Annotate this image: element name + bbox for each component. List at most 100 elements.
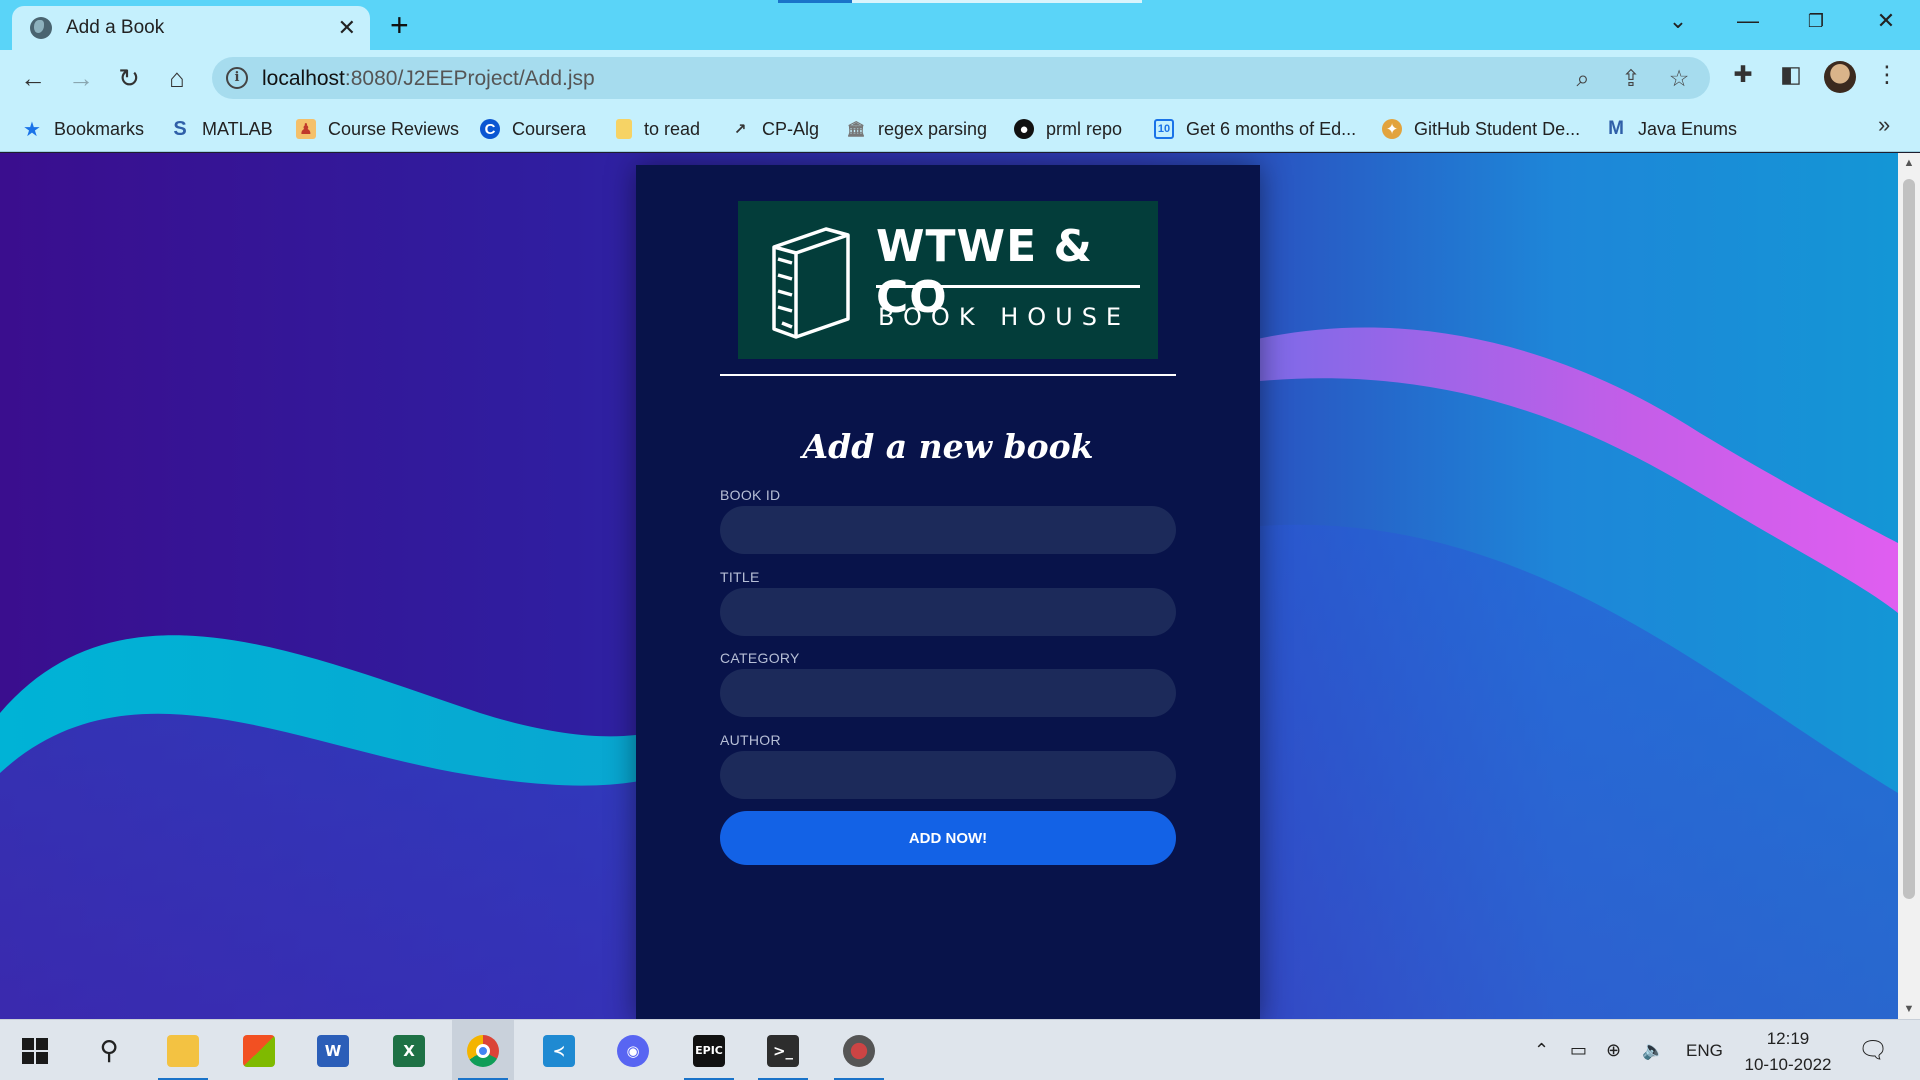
file-explorer-button[interactable] [152,1020,214,1080]
card-divider [720,374,1176,376]
tab-search-chevron-icon[interactable]: ⌄ [1658,8,1698,34]
game-launcher-button[interactable] [828,1020,890,1080]
site-info-icon[interactable]: i [226,67,248,89]
tray-overflow-chevron-icon[interactable]: ⌃ [1534,1020,1549,1080]
logo-subtitle: BOOK HOUSE [878,303,1131,331]
bookmark-cp-alg[interactable]: ↗ CP-Alg [730,116,819,142]
bookmark-star-icon[interactable]: ☆ [1664,65,1694,92]
restore-button[interactable]: ❐ [1796,11,1836,32]
extensions-puzzle-icon[interactable]: ✚ [1726,61,1760,88]
browser-toolbar: ← → ↻ ⌂ i localhost:8080/J2EEProject/Add… [0,50,1920,106]
globe-icon [30,17,52,39]
excel-icon: X [393,1034,425,1067]
logo-divider [876,285,1140,288]
side-panel-icon[interactable]: ◧ [1774,61,1808,88]
bookmark-java-enums[interactable]: M Java Enums [1606,116,1737,142]
category-input[interactable] [720,669,1176,717]
url-text: localhost:8080/J2EEProject/Add.jsp [262,67,595,90]
title-label: TITLE [720,569,760,585]
bookmark-prml-repo[interactable]: ● prml repo [1014,116,1122,142]
author-input[interactable] [720,751,1176,799]
home-icon[interactable]: ⌂ [160,62,194,96]
address-bar[interactable]: i localhost:8080/J2EEProject/Add.jsp ⌕ ⇪… [212,57,1710,99]
author-label: AUTHOR [720,732,781,748]
calendar-icon: 10 [1154,119,1174,139]
game-launcher-icon [843,1034,875,1067]
page-viewport: WTWE & CO BOOK HOUSE Add a new book BOOK… [0,153,1898,1019]
word-button[interactable]: W [302,1020,364,1080]
category-label: CATEGORY [720,650,800,666]
matlab-icon: S [173,117,187,140]
bookmark-to-read[interactable]: to read [616,116,700,142]
folder-icon [616,119,632,139]
vscode-button[interactable]: ≺ [528,1020,590,1080]
bookmarks-bar: ★ Bookmarks S MATLAB ♟ Course Reviews C … [0,106,1920,152]
title-input[interactable] [720,588,1176,636]
gmail-icon: M [1608,118,1624,139]
scrollbar-thumb[interactable] [1903,179,1915,899]
page-scrollbar[interactable]: ▲ ▼ [1898,153,1920,1019]
bookmark-ed-offer[interactable]: 10 Get 6 months of Ed... [1154,116,1356,142]
course-reviews-icon: ♟ [296,119,316,139]
discord-icon: ◉ [617,1034,649,1067]
chrome-button[interactable] [452,1020,514,1080]
network-globe-icon[interactable]: ⊕ [1606,1020,1621,1080]
profile-avatar[interactable] [1824,61,1856,93]
bookmark-github-student[interactable]: ✦ GitHub Student De... [1382,116,1580,142]
search-icon: ⚲ [99,1035,119,1065]
notifications-icon[interactable]: 🗨 [1858,1020,1888,1080]
reload-icon[interactable]: ↻ [112,62,146,96]
volume-icon[interactable]: 🔈 [1642,1020,1664,1080]
bookmark-bookmarks[interactable]: ★ Bookmarks [22,116,144,142]
add-book-card: WTWE & CO BOOK HOUSE Add a new book BOOK… [636,165,1260,1019]
shell-icon: ✦ [1382,119,1402,139]
brand-logo: WTWE & CO BOOK HOUSE [738,201,1158,359]
scroll-down-arrow-icon[interactable]: ▼ [1898,1003,1920,1015]
store-icon [243,1034,275,1067]
search-taskbar-button[interactable]: ⚲ [78,1020,140,1080]
browser-menu-icon[interactable]: ⋮ [1870,61,1904,88]
bookmark-matlab[interactable]: S MATLAB [170,116,272,142]
discord-button[interactable]: ◉ [602,1020,664,1080]
epic-games-icon: EPIC [693,1034,725,1067]
tab-close-icon[interactable]: ✕ [338,15,356,41]
epic-games-button[interactable]: EPIC [678,1020,740,1080]
chrome-icon [467,1034,499,1067]
browser-tab-strip: Add a Book ✕ + ⌄ — ❐ ✕ [0,0,1920,50]
loading-indicator [778,0,1142,3]
share-icon[interactable]: ⇪ [1616,65,1646,92]
form-title: Add a new book [802,427,1094,466]
tab-title: Add a Book [66,17,165,38]
bookmark-coursera[interactable]: C Coursera [480,116,586,142]
excel-button[interactable]: X [378,1020,440,1080]
zoom-icon[interactable]: ⌕ [1568,65,1598,92]
back-arrow-icon[interactable]: ← [16,62,50,96]
microsoft-store-button[interactable] [228,1020,290,1080]
chart-icon: ↗ [733,121,747,138]
battery-icon[interactable]: ▭ [1570,1020,1587,1080]
bookmarks-overflow-icon[interactable]: » [1878,112,1890,138]
terminal-button[interactable]: >_ [752,1020,814,1080]
vscode-icon: ≺ [543,1034,575,1067]
close-window-button[interactable]: ✕ [1866,8,1906,34]
book-id-input[interactable] [720,506,1176,554]
word-icon: W [317,1034,349,1067]
start-button[interactable] [4,1020,66,1080]
minimize-button[interactable]: — [1728,8,1768,34]
windows-taskbar: ⚲ W X ≺ ◉ EPIC >_ ⌃ ▭ ⊕ 🔈 ENG 12:19 10-1… [0,1019,1920,1080]
building-icon: 🏛 [846,121,866,138]
language-indicator[interactable]: ENG [1686,1020,1723,1080]
book-id-label: BOOK ID [720,487,781,503]
new-tab-button[interactable]: + [390,8,409,42]
bookmark-regex-parsing[interactable]: 🏛 regex parsing [846,116,987,142]
clock[interactable]: 12:19 10-10-2022 [1736,1026,1840,1078]
scroll-up-arrow-icon[interactable]: ▲ [1898,157,1920,169]
coursera-icon: C [480,119,500,139]
add-now-button[interactable]: ADD NOW! [720,811,1176,865]
bookmark-course-reviews[interactable]: ♟ Course Reviews [296,116,459,142]
forward-arrow-icon[interactable]: → [64,62,98,96]
windows-logo-icon [22,1037,48,1064]
browser-tab-active[interactable]: Add a Book ✕ [12,6,370,50]
terminal-icon: >_ [767,1034,799,1067]
github-icon: ● [1014,119,1034,139]
